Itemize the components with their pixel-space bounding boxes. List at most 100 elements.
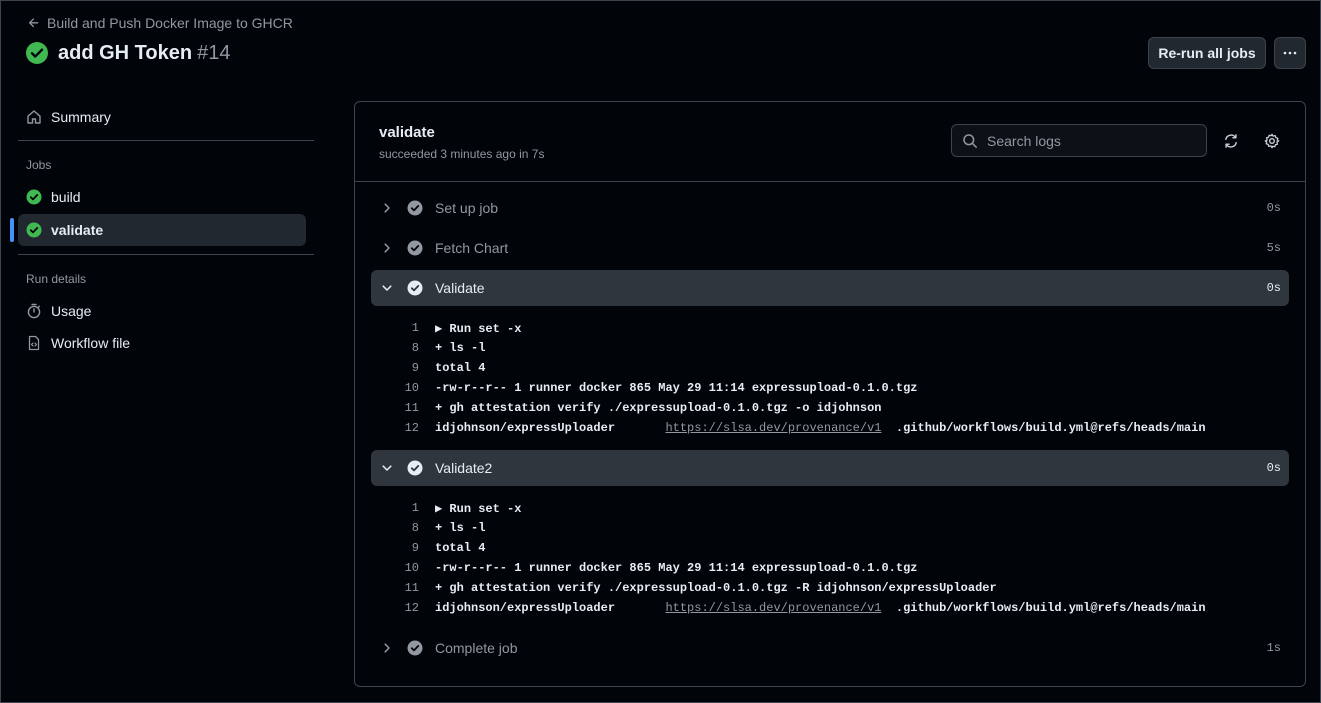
more-options-button[interactable] bbox=[1274, 37, 1306, 69]
gear-icon bbox=[1264, 133, 1280, 149]
line-number[interactable]: 11 bbox=[371, 581, 419, 595]
search-icon bbox=[963, 133, 977, 148]
step-name: Fetch Chart bbox=[435, 240, 509, 256]
line-number[interactable]: 9 bbox=[371, 361, 419, 375]
run-number: #14 bbox=[197, 41, 231, 64]
job-status-text: succeeded 3 minutes ago in 7s bbox=[379, 147, 545, 161]
stopwatch-icon bbox=[27, 303, 41, 319]
step-complete-job[interactable]: Complete job 1s bbox=[371, 630, 1289, 666]
sidebar-divider bbox=[18, 140, 314, 141]
arrow-left-icon bbox=[28, 18, 39, 28]
sidebar-item-build[interactable]: build bbox=[18, 181, 306, 213]
step-duration: 0s bbox=[1266, 281, 1281, 295]
step-duration: 1s bbox=[1266, 641, 1281, 655]
check-circle-icon bbox=[407, 280, 423, 296]
line-number[interactable]: 12 bbox=[371, 601, 419, 615]
run-details-heading: Run details bbox=[26, 272, 87, 286]
log-line: 10 -rw-r--r-- 1 runner docker 865 May 29 … bbox=[371, 378, 918, 398]
chevron-down-icon bbox=[379, 282, 395, 294]
jobs-heading: Jobs bbox=[26, 158, 52, 172]
log-line: 1 ▶ Run set -x bbox=[371, 498, 522, 518]
check-circle-icon bbox=[407, 240, 423, 256]
search-logs-field[interactable] bbox=[951, 124, 1207, 157]
line-number[interactable]: 8 bbox=[371, 341, 419, 355]
log-text: + gh attestation verify ./expressupload-… bbox=[435, 401, 882, 415]
settings-button[interactable] bbox=[1260, 129, 1284, 153]
step-name: Complete job bbox=[435, 640, 518, 656]
step-validate[interactable]: Validate 0s bbox=[371, 270, 1289, 306]
log-line: 1 ▶ Run set -x bbox=[371, 318, 522, 338]
check-circle-success-icon bbox=[26, 42, 48, 64]
sidebar-item-usage[interactable]: Usage bbox=[26, 303, 91, 319]
log-text: total 4 bbox=[435, 361, 486, 375]
refresh-button[interactable] bbox=[1219, 129, 1243, 153]
step-name: Validate2 bbox=[435, 460, 493, 476]
check-circle-icon bbox=[407, 460, 423, 476]
rerun-all-jobs-button[interactable]: Re-run all jobs bbox=[1148, 37, 1266, 69]
back-link[interactable]: Build and Push Docker Image to GHCR bbox=[27, 15, 293, 31]
line-number[interactable]: 9 bbox=[371, 541, 419, 555]
page-title: add GH Token #14 bbox=[25, 41, 230, 65]
provenance-link[interactable]: https://slsa.dev/provenance/v1 bbox=[665, 421, 881, 435]
step-name: Set up job bbox=[435, 200, 499, 216]
check-circle-icon bbox=[407, 640, 423, 656]
log-text: + ls -l bbox=[435, 521, 486, 535]
check-circle-success-icon bbox=[26, 189, 42, 205]
log-text: -rw-r--r-- 1 runner docker 865 May 29 11… bbox=[435, 561, 918, 575]
log-line: 9 total 4 bbox=[371, 358, 486, 378]
log-text: + gh attestation verify ./expressupload-… bbox=[435, 581, 997, 595]
step-validate2[interactable]: Validate2 0s bbox=[371, 450, 1289, 486]
log-text: ▶ Run set -x bbox=[435, 321, 522, 336]
panel-divider bbox=[355, 181, 1305, 182]
line-number[interactable]: 10 bbox=[371, 561, 419, 575]
chevron-right-icon bbox=[379, 202, 395, 214]
log-text: ▶ Run set -x bbox=[435, 501, 522, 516]
back-link-label[interactable]: Build and Push Docker Image to GHCR bbox=[47, 15, 293, 31]
sidebar-item-label: Usage bbox=[51, 303, 92, 319]
line-number[interactable]: 8 bbox=[371, 521, 419, 535]
selected-indicator bbox=[10, 218, 14, 242]
step-duration: 0s bbox=[1266, 461, 1281, 475]
check-circle-success-icon bbox=[26, 222, 42, 238]
log-line: 8 + ls -l bbox=[371, 518, 486, 538]
chevron-down-icon bbox=[379, 462, 395, 474]
log-line: 10 -rw-r--r-- 1 runner docker 865 May 29 … bbox=[371, 558, 918, 578]
line-number[interactable]: 10 bbox=[371, 381, 419, 395]
line-number[interactable]: 11 bbox=[371, 401, 419, 415]
log-text: idjohnson/expressUploader bbox=[435, 601, 666, 615]
sidebar-job-label: validate bbox=[51, 222, 104, 238]
sync-icon bbox=[1225, 134, 1237, 148]
provenance-link[interactable]: https://slsa.dev/provenance/v1 bbox=[665, 601, 881, 615]
sidebar-item-validate[interactable]: validate bbox=[18, 214, 306, 246]
sidebar-item-label: Workflow file bbox=[51, 335, 131, 351]
step-fetch-chart[interactable]: Fetch Chart 5s bbox=[371, 230, 1289, 266]
line-number[interactable]: 1 bbox=[371, 501, 419, 515]
log-line: 11 + gh attestation verify ./expressuploa… bbox=[371, 398, 882, 418]
sidebar-job-label: build bbox=[51, 189, 81, 205]
log-line: 12 idjohnson/expressUploader https://slsa… bbox=[371, 598, 1206, 618]
log-text: idjohnson/expressUploader bbox=[435, 421, 666, 435]
log-line: 9 total 4 bbox=[371, 538, 486, 558]
chevron-right-icon bbox=[379, 242, 395, 254]
log-line: 12 idjohnson/expressUploader https://slsa… bbox=[371, 418, 1206, 438]
kebab-horizontal-icon bbox=[1283, 51, 1297, 55]
step-duration: 5s bbox=[1266, 241, 1281, 255]
log-text: + ls -l bbox=[435, 341, 486, 355]
chevron-right-icon bbox=[379, 642, 395, 654]
sidebar-item-workflow-file[interactable]: Workflow file bbox=[26, 335, 130, 351]
log-line: 8 + ls -l bbox=[371, 338, 486, 358]
sidebar-item-label: Summary bbox=[51, 109, 111, 125]
log-line: 11 + gh attestation verify ./expressuploa… bbox=[371, 578, 997, 598]
run-title: add GH Token bbox=[58, 41, 193, 64]
file-code-icon bbox=[28, 335, 40, 351]
sidebar-item-summary[interactable]: Summary bbox=[26, 109, 111, 125]
log-text-tail: .github/workflows/build.yml@refs/heads/m… bbox=[881, 601, 1206, 615]
line-number[interactable]: 12 bbox=[371, 421, 419, 435]
line-number[interactable]: 1 bbox=[371, 321, 419, 335]
step-set-up-job[interactable]: Set up job 0s bbox=[371, 190, 1289, 226]
log-text-tail: .github/workflows/build.yml@refs/heads/m… bbox=[881, 421, 1206, 435]
step-name: Validate bbox=[435, 280, 485, 296]
step-duration: 0s bbox=[1266, 201, 1281, 215]
log-text: -rw-r--r-- 1 runner docker 865 May 29 11… bbox=[435, 381, 918, 395]
search-logs-input[interactable] bbox=[987, 132, 1187, 149]
